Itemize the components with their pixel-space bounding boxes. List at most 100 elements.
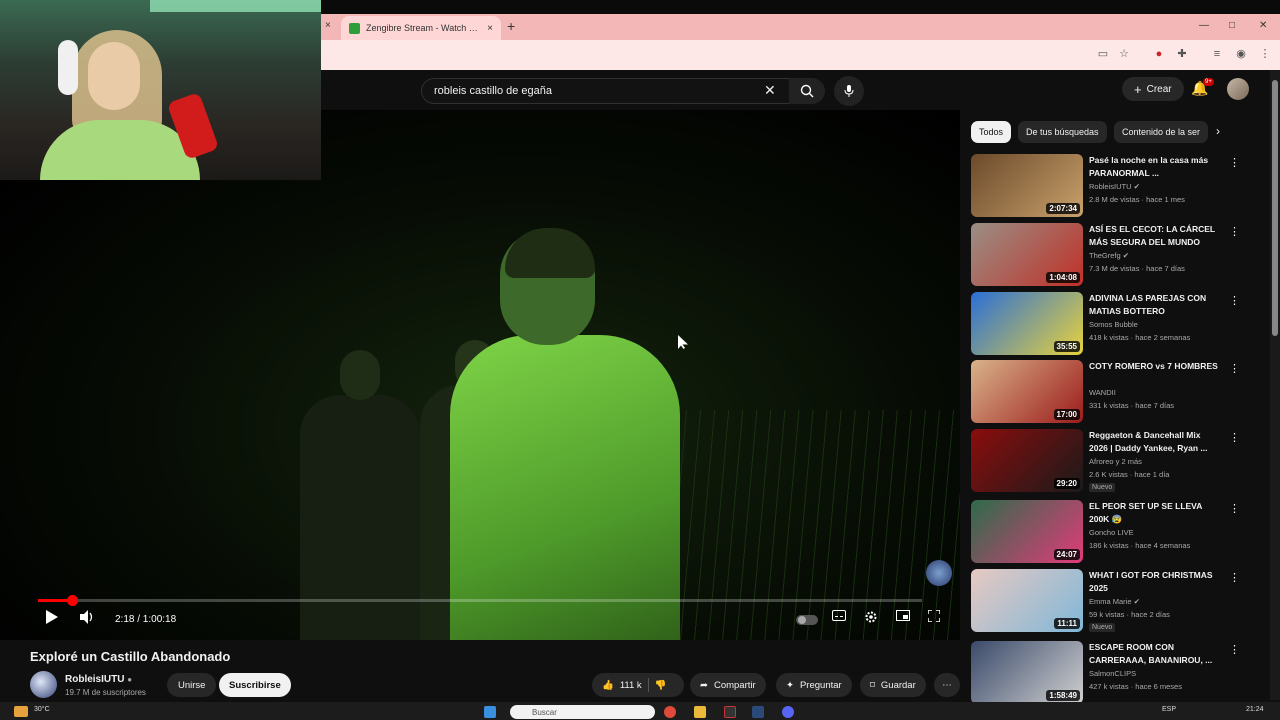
close-icon[interactable]: × — [325, 20, 331, 31]
recommendation-item[interactable]: 35:55 ADIVINA LAS PAREJAS CON MATIAS BOTT… — [971, 292, 1251, 356]
recommendation-channel[interactable]: RobleisIUTU ✔ — [1089, 182, 1140, 191]
more-vert-icon[interactable]: ⋮ — [1229, 294, 1240, 307]
create-label: Crear — [1146, 83, 1172, 95]
more-vert-icon[interactable]: ⋮ — [1229, 156, 1240, 169]
search-input[interactable]: robleis castillo de egaña — [421, 78, 791, 104]
taskbar-search[interactable]: Buscar — [510, 705, 655, 719]
recommendation-title[interactable]: ADIVINA LAS PAREJAS CON MATIAS BOTTERO — [1089, 292, 1219, 318]
channel-name[interactable]: RobleisIUTU ● — [65, 674, 132, 685]
fullscreen-button[interactable] — [928, 610, 940, 622]
more-vert-icon[interactable]: ⋮ — [1229, 643, 1240, 656]
discord-icon[interactable] — [782, 706, 794, 718]
recommendation-title[interactable]: WHAT I GOT FOR CHRISTMAS 2025 — [1089, 569, 1219, 595]
recommendation-title[interactable]: EL PEOR SET UP SE LLEVA 200K 😰 — [1089, 500, 1219, 526]
recommendation-item[interactable]: 1:58:49 ESCAPE ROOM CON CARRERAAA, BANANI… — [971, 641, 1251, 705]
weather-icon[interactable] — [14, 706, 28, 717]
cast-icon[interactable]: ▭ — [1097, 48, 1109, 60]
chrome-icon[interactable] — [664, 706, 676, 718]
minimize-button[interactable]: — — [1199, 20, 1209, 31]
clock[interactable]: 21:24 — [1246, 706, 1264, 713]
recommendation-thumbnail[interactable]: 2:07:34 — [971, 154, 1083, 217]
video-player[interactable]: 2:18 / 1:00:18 — [0, 110, 960, 640]
volume-icon — [80, 610, 93, 624]
recommendation-item[interactable]: 29:20 Reggaeton & Dancehall Mix 2026 | Da… — [971, 429, 1251, 493]
window-close-button[interactable]: ✕ — [1259, 20, 1267, 31]
more-actions-button[interactable]: ⋯ — [934, 673, 960, 697]
recommendation-thumbnail[interactable]: 1:04:08 — [971, 223, 1083, 286]
thumbs-down-icon[interactable]: 👎 — [655, 680, 667, 691]
recommendation-thumbnail[interactable]: 35:55 — [971, 292, 1083, 355]
play-button[interactable] — [46, 610, 58, 624]
recommendation-title[interactable]: COTY ROMERO vs 7 HOMBRES — [1089, 360, 1219, 373]
recommendation-channel[interactable]: TheGrefg ✔ — [1089, 251, 1129, 260]
account-avatar[interactable] — [1227, 78, 1249, 100]
share-button[interactable]: ➦ Compartir — [690, 673, 766, 697]
voice-search-button[interactable] — [834, 76, 864, 106]
settings-button[interactable] — [864, 610, 878, 624]
progress-scrubber[interactable] — [66, 595, 78, 606]
folder-icon[interactable] — [694, 706, 706, 718]
chip-searches[interactable]: De tus búsquedas — [1018, 121, 1107, 143]
tab-active[interactable]: Zengibre Stream - Watch Live o × — [341, 16, 501, 40]
maximize-button[interactable]: □ — [1229, 20, 1235, 31]
chip-todos[interactable]: Todos — [971, 121, 1012, 143]
app-icon[interactable] — [724, 706, 736, 718]
profile-icon[interactable]: ◉ — [1235, 48, 1247, 60]
like-button[interactable]: 👍 111 k — [602, 680, 642, 691]
extension-icon[interactable]: ● — [1153, 48, 1165, 60]
recommendation-thumbnail[interactable]: 1:58:49 — [971, 641, 1083, 704]
page-scrollbar[interactable] — [1270, 70, 1280, 700]
search-button[interactable] — [789, 78, 825, 104]
extensions-puzzle-icon[interactable]: ✚ — [1176, 48, 1188, 60]
recommendation-title[interactable]: ESCAPE ROOM CON CARRERAAA, BANANIROU, ..… — [1089, 641, 1219, 667]
subscribe-button[interactable]: Suscribirse — [219, 673, 291, 697]
save-button[interactable]: ⌑ Guardar — [860, 673, 926, 697]
volume-button[interactable] — [80, 610, 95, 624]
channel-watermark[interactable] — [926, 560, 952, 586]
more-vert-icon[interactable]: ⋮ — [1229, 571, 1240, 584]
recommendation-item[interactable]: 1:04:08 ASÍ ES EL CECOT: LA CÁRCEL MÁS SE… — [971, 223, 1251, 287]
miniplayer-button[interactable] — [896, 610, 910, 621]
create-button[interactable]: + Crear — [1122, 77, 1184, 101]
subtitles-button[interactable] — [832, 610, 846, 621]
recommendation-item[interactable]: 24:07 EL PEOR SET UP SE LLEVA 200K 😰 Gonch… — [971, 500, 1251, 564]
more-vert-icon[interactable]: ⋮ — [1229, 502, 1240, 515]
chevron-right-icon[interactable]: › — [1216, 124, 1220, 138]
recommendation-thumbnail[interactable]: 24:07 — [971, 500, 1083, 563]
new-tab-button[interactable]: + — [507, 18, 515, 34]
channel-avatar[interactable] — [30, 671, 57, 698]
recommendation-thumbnail[interactable]: 11:11 — [971, 569, 1083, 632]
recommendation-channel[interactable]: Somos Bubble — [1089, 320, 1138, 329]
recommendation-channel[interactable]: WANDII — [1089, 388, 1116, 397]
recommendation-thumbnail[interactable]: 29:20 — [971, 429, 1083, 492]
more-vert-icon[interactable]: ⋮ — [1229, 225, 1240, 238]
start-windows-icon[interactable] — [484, 706, 496, 718]
tab-close-icon[interactable]: × — [487, 23, 493, 34]
playlist-icon[interactable]: ≡ — [1211, 48, 1223, 60]
recommendation-channel[interactable]: Afroreo y 2 más — [1089, 457, 1142, 466]
bookmark-star-icon[interactable]: ☆ — [1118, 48, 1130, 60]
steam-icon[interactable] — [752, 706, 764, 718]
ask-button[interactable]: ✦ Preguntar — [776, 673, 852, 697]
recommendation-channel[interactable]: Emma Marie ✔ — [1089, 597, 1140, 606]
recommendation-channel[interactable]: SalmonCLIPS — [1089, 669, 1136, 678]
autoplay-toggle[interactable] — [796, 615, 818, 625]
new-badge: Nuevo — [1089, 483, 1116, 492]
scrollbar-thumb[interactable] — [1272, 80, 1278, 336]
recommendation-item[interactable]: 2:07:34 Pasé la noche en la casa más PARA… — [971, 154, 1251, 218]
clear-search-icon[interactable]: ✕ — [764, 82, 776, 99]
more-vert-icon[interactable]: ⋮ — [1229, 362, 1240, 375]
recommendation-title[interactable]: Pasé la noche en la casa más PARANORMAL … — [1089, 154, 1219, 180]
recommendation-item[interactable]: 11:11 WHAT I GOT FOR CHRISTMAS 2025 Emma M… — [971, 569, 1251, 633]
recommendation-title[interactable]: ASÍ ES EL CECOT: LA CÁRCEL MÁS SEGURA DE… — [1089, 223, 1219, 249]
chip-content[interactable]: Contenido de la ser — [1114, 121, 1209, 143]
more-vert-icon[interactable]: ⋮ — [1229, 431, 1240, 444]
recommendation-title[interactable]: Reggaeton & Dancehall Mix 2026 | Daddy Y… — [1089, 429, 1219, 455]
progress-bar[interactable] — [38, 595, 922, 606]
recommendation-thumbnail[interactable]: 17:00 — [971, 360, 1083, 423]
recommendation-item[interactable]: 17:00 COTY ROMERO vs 7 HOMBRES WANDII 331 k… — [971, 360, 1251, 424]
recommendation-channel[interactable]: Goncho LIVE — [1089, 528, 1134, 537]
join-button[interactable]: Unirse — [167, 673, 217, 697]
more-menu-icon[interactable]: ⋮ — [1259, 48, 1271, 60]
language-indicator[interactable]: ESP — [1162, 706, 1176, 713]
